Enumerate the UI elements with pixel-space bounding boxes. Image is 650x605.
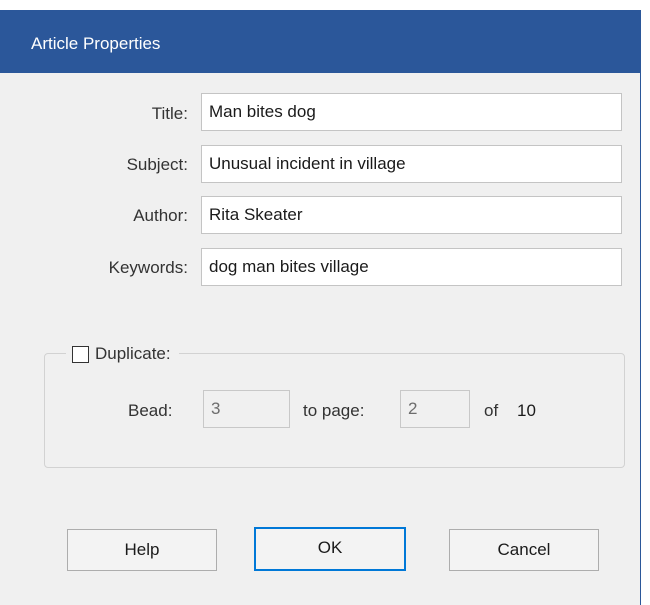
subject-field[interactable]: Unusual incident in village <box>201 145 622 183</box>
bead-label: Bead: <box>128 401 173 420</box>
dialog-title: Article Properties <box>31 34 161 53</box>
ok-button[interactable]: OK <box>254 527 406 571</box>
keywords-label: Keywords: <box>108 258 188 277</box>
duplicate-checkbox-row[interactable]: Duplicate: <box>66 341 179 367</box>
author-field[interactable]: Rita Skeater <box>201 196 622 234</box>
to-page-label: to page: <box>303 401 365 420</box>
duplicate-label: Duplicate: <box>95 344 171 363</box>
to-page-field[interactable]: 2 <box>400 390 470 428</box>
title-field[interactable]: Man bites dog <box>201 93 622 131</box>
total-pages: 10 <box>517 401 536 420</box>
cancel-button[interactable]: Cancel <box>449 529 599 571</box>
title-label: Title: <box>151 104 188 123</box>
bead-field[interactable]: 3 <box>203 390 290 428</box>
top-margin <box>0 0 650 10</box>
duplicate-checkbox[interactable] <box>72 345 89 363</box>
author-label: Author: <box>133 206 188 225</box>
article-properties-dialog: Article Properties Title: Man bites dog … <box>0 0 650 605</box>
help-button[interactable]: Help <box>67 529 217 571</box>
dialog-titlebar[interactable]: Article Properties <box>0 10 641 73</box>
right-margin <box>641 0 650 605</box>
of-label: of <box>484 401 499 420</box>
subject-label: Subject: <box>126 155 188 174</box>
keywords-field[interactable]: dog man bites village <box>201 248 622 286</box>
